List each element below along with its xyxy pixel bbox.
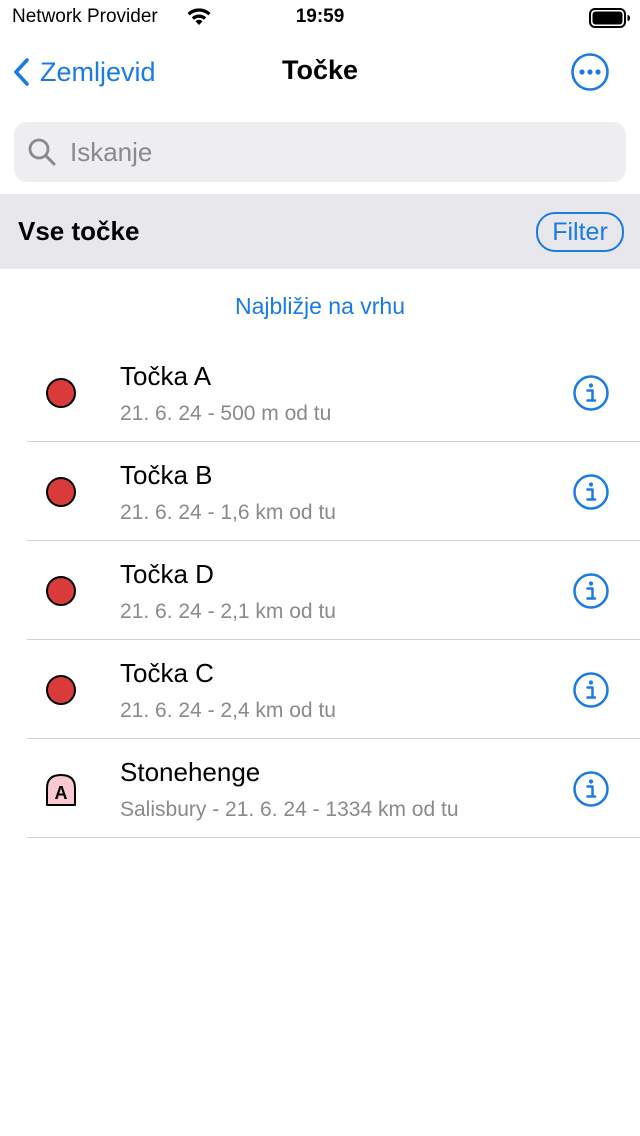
red-dot-icon xyxy=(45,575,77,612)
tombstone-a-icon: A xyxy=(45,773,77,812)
page-title: Točke xyxy=(281,55,359,85)
point-name: Točka A xyxy=(120,361,212,391)
red-dot-icon xyxy=(45,476,77,513)
info-circle-icon xyxy=(573,771,609,807)
ellipsis-circle-icon xyxy=(571,53,609,91)
more-options-button[interactable] xyxy=(570,52,610,92)
point-name: Točka C xyxy=(120,658,214,688)
status-bar: Network Provider 19:59 xyxy=(0,0,640,36)
point-detail: 21. 6. 24 - 500 m od tu xyxy=(120,402,332,425)
filter-button[interactable]: Filter xyxy=(536,212,624,252)
search-bar[interactable] xyxy=(14,122,626,182)
list-item[interactable]: A Stonehenge Salisbury - 21. 6. 24 - 133… xyxy=(27,739,640,838)
navigation-bar: Zemljevid Točke xyxy=(0,36,640,108)
info-button[interactable] xyxy=(572,572,610,610)
point-name: Točka B xyxy=(120,460,213,490)
point-name: Stonehenge xyxy=(120,757,261,787)
list-item[interactable]: Točka D 21. 6. 24 - 2,1 km od tu xyxy=(27,541,640,640)
point-detail: Salisbury - 21. 6. 24 - 1334 km od tu xyxy=(120,798,459,821)
list-item[interactable]: Točka C 21. 6. 24 - 2,4 km od tu xyxy=(27,640,640,739)
search-input[interactable] xyxy=(68,135,592,169)
info-circle-icon xyxy=(573,474,609,510)
info-button[interactable] xyxy=(572,671,610,709)
info-button[interactable] xyxy=(572,473,610,511)
section-title: Vse točke xyxy=(18,216,140,246)
point-name: Točka D xyxy=(120,559,214,589)
info-circle-icon xyxy=(573,672,609,708)
red-dot-icon xyxy=(45,674,77,711)
svg-text:A: A xyxy=(55,783,68,803)
info-circle-icon xyxy=(573,375,609,411)
list-item[interactable]: Točka A 21. 6. 24 - 500 m od tu xyxy=(27,343,640,442)
point-detail: 21. 6. 24 - 2,4 km od tu xyxy=(120,699,336,722)
info-circle-icon xyxy=(573,573,609,609)
list-item[interactable]: Točka B 21. 6. 24 - 1,6 km od tu xyxy=(27,442,640,541)
search-icon xyxy=(28,138,56,166)
battery-icon xyxy=(589,8,631,33)
status-time: 19:59 xyxy=(295,6,345,27)
sort-order-button[interactable]: Najbližje na vrhu xyxy=(0,293,640,320)
info-button[interactable] xyxy=(572,770,610,808)
red-dot-icon xyxy=(45,377,77,414)
info-button[interactable] xyxy=(572,374,610,412)
point-detail: 21. 6. 24 - 2,1 km od tu xyxy=(120,600,336,623)
points-list: Točka A 21. 6. 24 - 500 m od tu Točka B … xyxy=(0,343,640,838)
point-detail: 21. 6. 24 - 1,6 km od tu xyxy=(120,501,336,524)
